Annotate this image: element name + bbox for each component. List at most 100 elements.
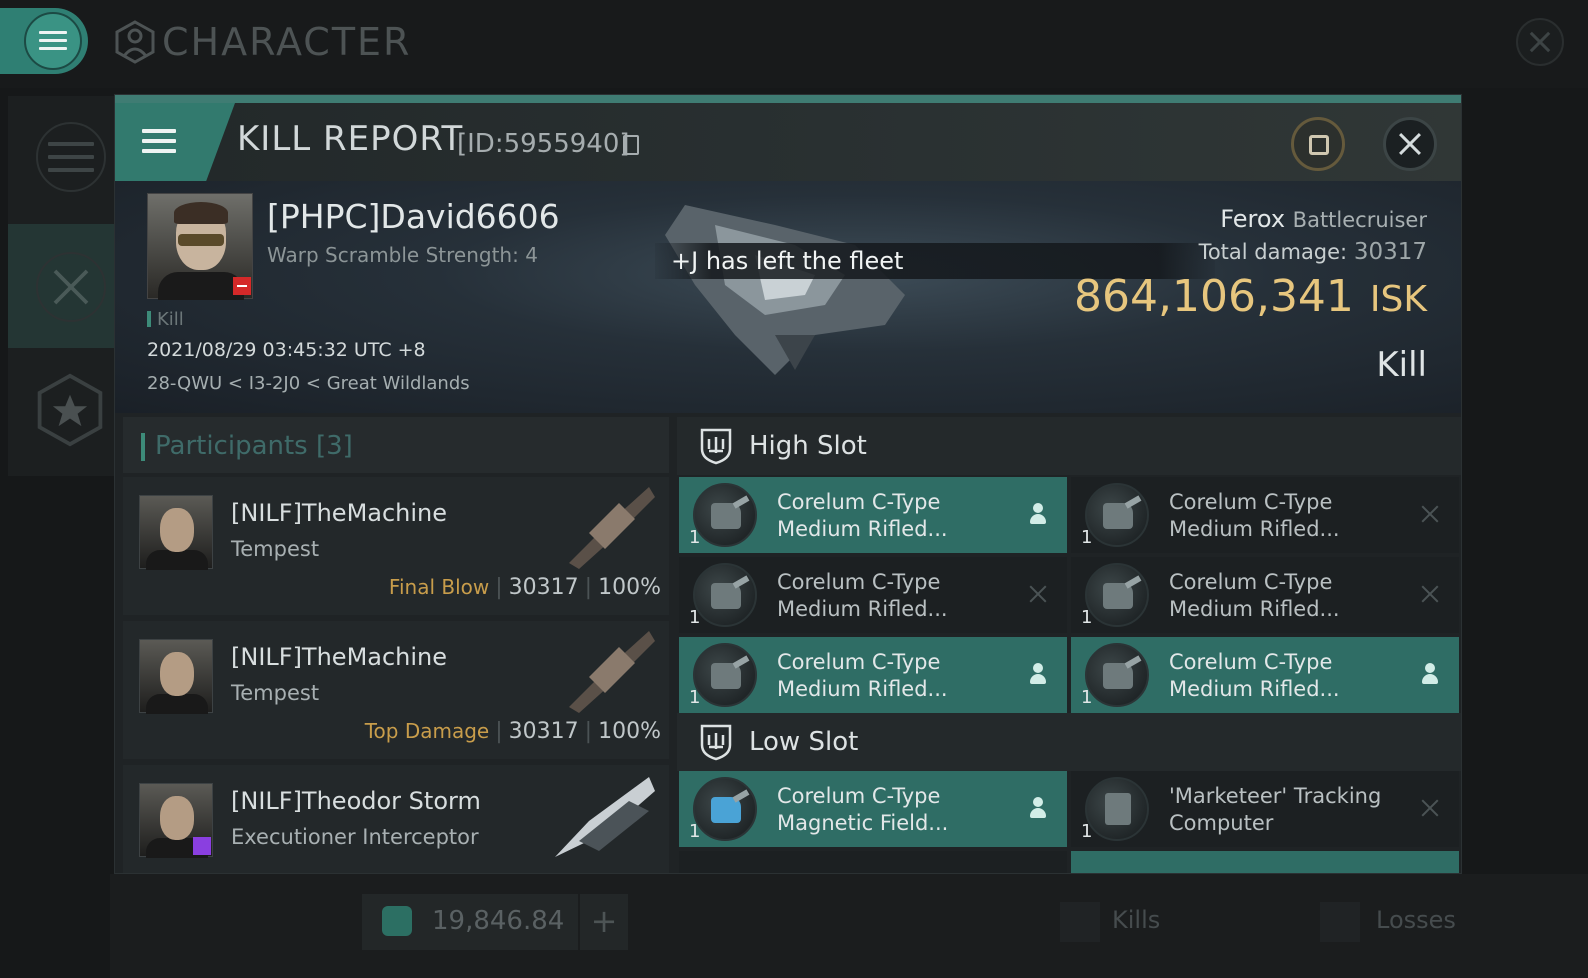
ship-render: [665, 205, 905, 375]
dialog-title: KILL REPORT: [237, 119, 464, 159]
participant-stats: Final Blow | 30317 | 100%: [388, 575, 661, 600]
bottom-bar: [110, 874, 1588, 978]
module-slot-partial[interactable]: [1071, 851, 1459, 873]
kills-tab-icon: [1060, 902, 1100, 942]
add-isk-button[interactable]: +: [578, 894, 628, 950]
magnetic-field-icon: [693, 777, 757, 841]
participant-ship-icon: [555, 777, 655, 857]
top-damage-tag: Top Damage: [364, 719, 490, 743]
report-id: [ID:5955940]: [457, 129, 630, 159]
top-bar: CHARACTER: [0, 0, 1588, 88]
destroyed-icon: [1419, 583, 1441, 605]
destroyed-icon: [1419, 797, 1441, 819]
tracking-computer-icon: [1085, 777, 1149, 841]
module-slot[interactable]: 1 'Marketeer' Tracking Computer: [1071, 771, 1459, 847]
isk-wallet: 19,846.84 +: [362, 894, 628, 950]
copy-icon[interactable]: [623, 135, 639, 155]
turret-icon: [693, 483, 757, 547]
participants-count: [3]: [316, 431, 353, 461]
list-icon[interactable]: [36, 122, 106, 192]
close-icon[interactable]: [1383, 117, 1437, 171]
total-damage-label: Total damage:: [1198, 240, 1348, 264]
kill-location[interactable]: 28-QWU < I3-2J0 < Great Wildlands: [147, 373, 470, 394]
low-slot-label: Low Slot: [749, 727, 859, 757]
close-icon[interactable]: [1516, 18, 1564, 66]
losses-tab-icon: [1320, 902, 1360, 942]
participant-ship: Tempest: [231, 537, 320, 561]
victim-name[interactable]: [PHPC]David6606: [267, 197, 560, 236]
dialog-header: KILL REPORT [ID:5955940]: [115, 103, 1461, 181]
hamburger-icon: [39, 31, 67, 51]
participant-row[interactable]: [NILF]Theodor Storm Executioner Intercep…: [123, 765, 669, 873]
main-menu-button[interactable]: [0, 8, 88, 74]
star-badge-icon[interactable]: [36, 373, 106, 447]
participant-damage: 30317: [508, 719, 579, 744]
module-slot[interactable]: 1 Corelum C-Type Magnetic Field...: [679, 771, 1067, 847]
dropped-icon: [1419, 663, 1441, 685]
turret-icon: [1085, 483, 1149, 547]
dropped-icon: [1027, 797, 1049, 819]
dialog-menu-button[interactable]: [115, 103, 235, 181]
victim-banner: [PHPC]David6606 Warp Scramble Strength: …: [115, 181, 1461, 413]
module-slot-partial[interactable]: [679, 851, 1067, 873]
module-slot[interactable]: 1 Corelum C-Type Medium Rifled...: [1071, 637, 1459, 713]
warp-scramble-strength: Warp Scramble Strength: 4: [267, 243, 538, 267]
participant-row[interactable]: [NILF]TheMachine Tempest Top Damage | 3031…: [123, 621, 669, 759]
participant-percent: 100%: [598, 719, 661, 744]
participant-damage: 30317: [508, 575, 579, 600]
kill-report-dialog: KILL REPORT [ID:5955940] [PHPC]David6606: [114, 94, 1462, 874]
total-damage: Total damage: 30317: [1199, 239, 1427, 265]
participants-header: Participants [3]: [123, 417, 669, 473]
left-rail: [8, 96, 114, 476]
participant-ship: Tempest: [231, 681, 320, 705]
participant-name: [NILF]TheMachine: [231, 499, 448, 527]
low-slot-icon: [700, 724, 732, 761]
swords-icon[interactable]: [36, 252, 106, 322]
high-slot-icon: [700, 428, 732, 465]
participant-avatar: [139, 639, 213, 714]
kill-tag: Kill: [147, 309, 184, 330]
isk-value: 864,106,341 ISK: [1074, 271, 1427, 322]
page-title: CHARACTER: [162, 20, 412, 64]
kill-datetime: 2021/08/29 03:45:32 UTC +8: [147, 339, 426, 361]
module-slot[interactable]: 1 Corelum C-Type Medium Rifled...: [679, 557, 1067, 633]
tab-losses[interactable]: Losses: [1376, 906, 1456, 934]
module-slot[interactable]: 1 Corelum C-Type Medium Rifled...: [679, 637, 1067, 713]
high-slot-label: High Slot: [749, 431, 867, 461]
notification-toast: +J has left the fleet: [671, 247, 904, 275]
ship-class: Battlecruiser: [1292, 208, 1427, 232]
high-slot-header: High Slot: [677, 417, 1461, 475]
participant-ship: Executioner Interceptor: [231, 825, 479, 849]
participant-row[interactable]: [NILF]TheMachine Tempest Final Blow | 3031…: [123, 477, 669, 615]
module-slot[interactable]: 1 Corelum C-Type Medium Rifled...: [1071, 477, 1459, 553]
isk-unit: ISK: [1369, 279, 1427, 320]
dropped-icon: [1027, 663, 1049, 685]
isk-balance: 19,846.84: [432, 906, 565, 936]
turret-icon: [1085, 643, 1149, 707]
destroyed-icon: [1027, 583, 1049, 605]
participant-name: [NILF]TheMachine: [231, 643, 448, 671]
low-slot-header: Low Slot: [677, 713, 1461, 771]
final-blow-tag: Final Blow: [388, 575, 490, 599]
participant-percent: 100%: [598, 575, 661, 600]
participants-label: Participants: [155, 431, 308, 461]
corp-badge-icon: [193, 837, 211, 855]
share-icon[interactable]: [1291, 117, 1345, 171]
tab-kills[interactable]: Kills: [1112, 906, 1160, 934]
hamburger-icon: [142, 129, 176, 153]
dropped-icon: [1027, 503, 1049, 525]
participant-avatar: [139, 495, 213, 570]
module-slot[interactable]: 1 Corelum C-Type Medium Rifled...: [679, 477, 1067, 553]
participant-ship-icon: [569, 487, 655, 569]
wallet-icon: [382, 906, 412, 936]
ship-type: Ferox Battlecruiser: [1220, 205, 1427, 233]
character-icon: [115, 20, 155, 64]
turret-icon: [693, 563, 757, 627]
ship-name: Ferox: [1220, 205, 1286, 233]
turret-icon: [693, 643, 757, 707]
total-damage-value: 30317: [1353, 239, 1427, 265]
participant-name: [NILF]Theodor Storm: [231, 787, 481, 815]
module-slot[interactable]: 1 Corelum C-Type Medium Rifled...: [1071, 557, 1459, 633]
turret-icon: [1085, 563, 1149, 627]
result-label: Kill: [1376, 345, 1427, 385]
